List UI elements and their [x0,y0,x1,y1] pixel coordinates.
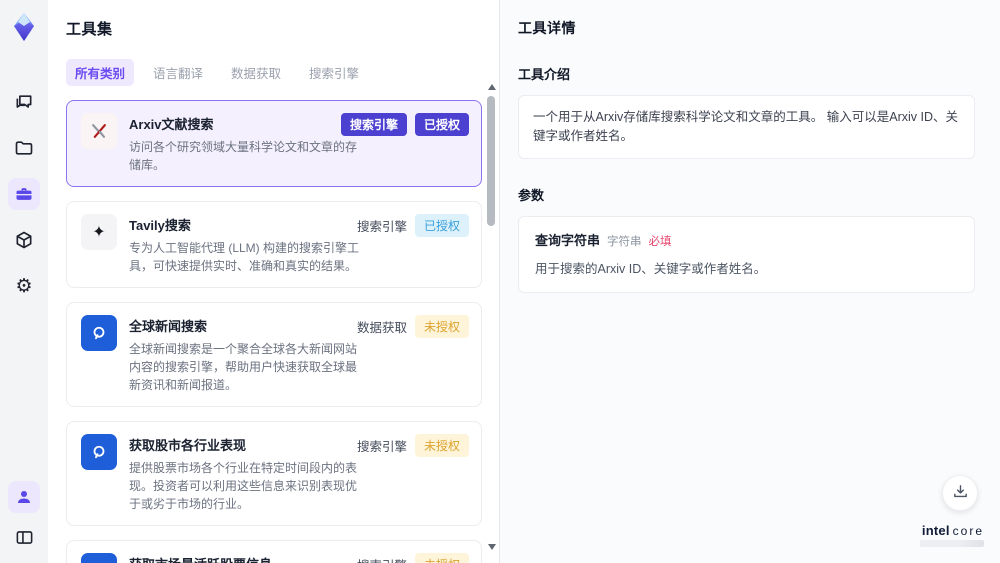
tool-card-arxiv[interactable]: Arxiv文献搜索 访问各个研究领域大量科学论文和文章的存储库。 搜索引擎 已授… [66,100,482,187]
user-icon [15,488,33,506]
arxiv-logo-icon [81,113,117,149]
api-provider-icon [81,553,117,563]
scrollbar-thumb[interactable] [487,96,495,226]
tool-name: 全球新闻搜索 [129,319,208,334]
tool-description: 提供股票市场各个行业在特定时间段内的表现。投资者可以利用这些信息来识别表现优于或… [129,461,358,511]
tool-card-global-news[interactable]: 全球新闻搜索 全球新闻搜索是一个聚合全球各大新闻网站内容的搜索引擎，帮助用户快速… [66,302,482,407]
tab-all-categories[interactable]: 所有类别 [66,59,135,86]
tool-name: Arxiv文献搜索 [129,117,214,132]
category-label: 数据获取 [356,321,407,335]
scroll-down-arrow-icon[interactable] [488,544,496,550]
sidebar-item-models[interactable] [8,224,40,256]
category-label: 搜索引擎 [356,220,407,234]
tab-data-fetch[interactable]: 数据获取 [222,59,290,86]
sidebar-item-toolbox[interactable] [8,178,40,210]
sidebar: ⚙ [0,0,48,563]
tools-panel: 工具集 所有类别 语言翻译 数据获取 搜索引擎 Arxiv文献搜索 访问各个研究… [48,0,500,563]
category-label: 搜索引擎 [357,555,407,563]
tab-search-engine[interactable]: 搜索引擎 [300,59,368,86]
tool-name: Tavily搜索 [129,218,191,233]
sidebar-item-account[interactable] [8,481,40,513]
tab-translation[interactable]: 语言翻译 [144,59,212,86]
list-scrollbar[interactable] [486,84,496,550]
download-button[interactable] [942,475,978,511]
category-tabs: 所有类别 语言翻译 数据获取 搜索引擎 [66,59,499,86]
tool-list: Arxiv文献搜索 访问各个研究领域大量科学论文和文章的存储库。 搜索引擎 已授… [66,100,482,563]
folder-icon [14,138,34,158]
intel-core-logo: intel core [920,524,984,547]
auth-status-badge: 未授权 [414,315,469,338]
tool-description: 访问各个研究领域大量科学论文和文章的存储库。 [129,140,358,172]
chat-icon [14,92,34,112]
tavily-logo-icon: ✦ [81,214,117,250]
tool-name: 获取股市各行业表现 [129,438,247,453]
params-heading: 参数 [518,187,545,203]
tool-card-tavily[interactable]: ✦ Tavily搜索 专为人工智能代理 (LLM) 构建的搜索引擎工具，可快速提… [66,201,482,288]
details-title: 工具详情 [518,20,576,36]
intel-brand-text: intel [921,523,950,538]
category-label: 搜索引擎 [356,440,407,454]
tool-name: 获取市场最活跃股票信息 [129,554,359,563]
auth-status-badge: 未授权 [414,434,469,457]
tool-intro-text: 一个用于从Arxiv存储库搜索科学论文和文章的工具。 输入可以是Arxiv ID… [518,95,975,159]
tool-card-active-stocks[interactable]: 获取市场最活跃股票信息 提供当天交易量最高的股票列表。投资者可以利用这些信息来识… [66,540,482,563]
param-required-flag: 必填 [648,235,672,248]
sidebar-item-files[interactable] [8,132,40,164]
sidebar-item-settings[interactable]: ⚙ [8,270,40,302]
parameter-card: 查询字符串 字符串 必填 用于搜索的Arxiv ID、关键字或作者姓名。 [518,215,975,293]
collapse-panel-button[interactable] [8,521,40,553]
tool-card-stock-sectors[interactable]: 获取股市各行业表现 提供股票市场各个行业在特定时间段内的表现。投资者可以利用这些… [66,421,482,526]
toolbox-icon [14,184,34,204]
core-brand-text: core [952,524,984,538]
param-type: 字符串 [607,235,642,248]
scroll-up-arrow-icon[interactable] [488,84,496,90]
intel-sub-badge [920,540,984,547]
download-icon [952,483,969,503]
auth-status-badge: 已授权 [414,214,469,237]
tool-description: 专为人工智能代理 (LLM) 构建的搜索引擎工具，可快速提供实时、准确和真实的结… [129,241,360,273]
page-title: 工具集 [66,21,113,38]
category-badge: 搜索引擎 [340,113,407,136]
tool-description: 全球新闻搜索是一个聚合全球各大新闻网站内容的搜索引擎，帮助用户快速获取全球最新资… [129,342,358,392]
auth-status-badge: 未授权 [414,553,469,563]
panel-toggle-icon [15,528,34,547]
param-name: 查询字符串 [535,232,601,248]
auth-status-badge: 已授权 [414,113,469,136]
details-panel: 工具详情 工具介绍 一个用于从Arxiv存储库搜索科学论文和文章的工具。 输入可… [500,0,1000,563]
api-provider-icon [81,434,117,470]
intro-heading: 工具介绍 [518,67,571,82]
gear-icon: ⚙ [15,274,33,297]
param-description: 用于搜索的Arxiv ID、关键字或作者姓名。 [535,261,767,276]
sidebar-item-chat[interactable] [8,86,40,118]
cube-icon [14,230,34,250]
app-window: ⚙ 工具集 所有类别 语言翻译 数据获取 搜索引擎 Arxiv文献搜索 访问各个… [0,0,1000,563]
api-provider-icon [81,315,117,351]
app-logo-icon [7,10,41,44]
